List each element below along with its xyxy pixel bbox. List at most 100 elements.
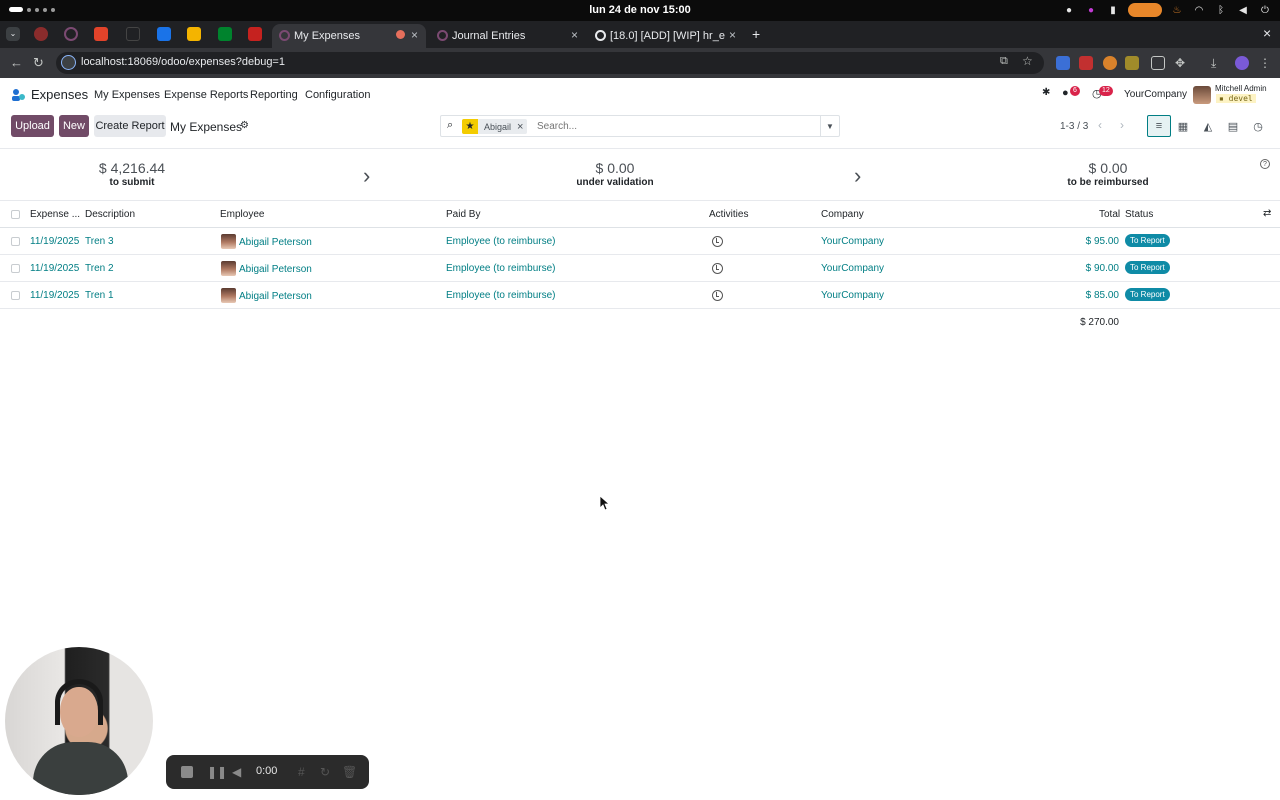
pinned-tab-icon[interactable] bbox=[64, 27, 78, 41]
meet-icon[interactable] bbox=[218, 27, 232, 41]
table-row[interactable]: 11/19/2025 Tren 2 Abigail Peterson Emplo… bbox=[0, 255, 1280, 282]
row-employee[interactable]: Abigail Peterson bbox=[239, 291, 312, 302]
menu-expense-reports[interactable]: Expense Reports bbox=[164, 89, 248, 101]
select-all-checkbox[interactable] bbox=[11, 210, 20, 219]
help-icon[interactable]: ? bbox=[1260, 159, 1270, 169]
volume-icon[interactable]: ◀ bbox=[1236, 3, 1250, 17]
app-name[interactable]: Expenses bbox=[31, 87, 88, 102]
pause-icon[interactable]: ❚❚ bbox=[207, 765, 227, 779]
activity-clock-icon[interactable] bbox=[712, 236, 723, 247]
list-view-icon[interactable]: ≡ bbox=[1147, 115, 1171, 137]
clipboard-icon[interactable]: ▮ bbox=[1106, 3, 1120, 17]
extensions-puzzle-icon[interactable]: ✥ bbox=[1175, 56, 1189, 70]
new-button[interactable]: New bbox=[59, 115, 89, 137]
row-checkbox[interactable] bbox=[11, 237, 20, 246]
graph-view-icon[interactable]: ◭ bbox=[1196, 115, 1220, 137]
search-bar[interactable]: ⌕ ★ Abigail × ▼ bbox=[440, 115, 840, 137]
extension-icon[interactable] bbox=[1056, 56, 1070, 70]
tab-my-expenses[interactable]: My Expenses × bbox=[272, 24, 426, 48]
close-tab-icon[interactable]: × bbox=[729, 28, 736, 42]
employee-avatar[interactable] bbox=[221, 261, 236, 276]
address-bar[interactable]: localhost:18069/odoo/expenses?debug=1 ⧉ … bbox=[56, 52, 1044, 74]
summary-to-submit[interactable]: $ 4,216.44 to submit bbox=[32, 160, 232, 188]
employee-avatar[interactable] bbox=[221, 234, 236, 249]
pager-previous-icon[interactable]: ‹ bbox=[1098, 118, 1102, 132]
browser-menu-icon[interactable]: ⋮ bbox=[1259, 56, 1273, 70]
activity-view-icon[interactable]: ◷ bbox=[1246, 115, 1270, 137]
row-company[interactable]: YourCompany bbox=[821, 290, 884, 301]
odoo-debug-extension-icon[interactable] bbox=[1125, 56, 1139, 70]
calendar-icon[interactable] bbox=[157, 27, 171, 41]
gitlab-icon[interactable] bbox=[94, 27, 108, 41]
row-company[interactable]: YourCompany bbox=[821, 236, 884, 247]
column-header-paid-by[interactable]: Paid By bbox=[446, 209, 480, 220]
settings-gear-icon[interactable]: ⚙ bbox=[240, 120, 249, 131]
summary-to-be-reimbursed[interactable]: $ 0.00 to be reimbursed bbox=[1008, 160, 1208, 188]
github-icon[interactable] bbox=[126, 27, 140, 41]
bluetooth-icon[interactable]: ᛒ bbox=[1214, 3, 1228, 17]
mute-icon[interactable]: ◀ bbox=[232, 765, 241, 779]
table-row[interactable]: 11/19/2025 Tren 1 Abigail Peterson Emplo… bbox=[0, 282, 1280, 309]
upload-button[interactable]: Upload bbox=[11, 115, 54, 137]
row-checkbox[interactable] bbox=[11, 264, 20, 273]
kanban-view-icon[interactable]: ▦ bbox=[1171, 115, 1195, 137]
employee-avatar[interactable] bbox=[221, 288, 236, 303]
row-company[interactable]: YourCompany bbox=[821, 263, 884, 274]
reload-icon[interactable]: ↻ bbox=[33, 55, 44, 71]
pager-next-icon[interactable]: › bbox=[1120, 118, 1124, 132]
expenses-app-icon[interactable] bbox=[10, 87, 26, 103]
column-header-company[interactable]: Company bbox=[821, 209, 864, 220]
pager-value[interactable]: 1-3 / 3 bbox=[1060, 121, 1088, 132]
debug-bug-icon[interactable]: ✱ bbox=[1042, 87, 1050, 98]
download-icon[interactable]: ⤓ bbox=[1211, 56, 1225, 70]
user-name[interactable]: Mitchell Admin bbox=[1215, 84, 1267, 93]
tab-search-icon[interactable]: ⌄ bbox=[6, 27, 20, 41]
menu-reporting[interactable]: Reporting bbox=[250, 89, 298, 101]
activity-clock-icon[interactable] bbox=[712, 263, 723, 274]
screen-record-indicator-icon[interactable] bbox=[1128, 3, 1162, 17]
extension-icon[interactable] bbox=[1103, 56, 1117, 70]
drive-icon[interactable] bbox=[187, 27, 201, 41]
site-info-icon[interactable] bbox=[61, 55, 76, 70]
extension-icon[interactable] bbox=[1151, 56, 1165, 70]
restart-icon[interactable]: ↻ bbox=[320, 765, 330, 779]
search-input[interactable] bbox=[537, 121, 817, 132]
column-header-activities[interactable]: Activities bbox=[709, 209, 748, 220]
pinned-tab-icon[interactable] bbox=[34, 27, 48, 41]
user-avatar[interactable] bbox=[1193, 86, 1211, 104]
bookmark-star-icon[interactable]: ☆ bbox=[1022, 54, 1033, 68]
close-tab-icon[interactable]: × bbox=[411, 28, 418, 42]
row-employee[interactable]: Abigail Peterson bbox=[239, 264, 312, 275]
column-header-status[interactable]: Status bbox=[1125, 209, 1153, 220]
activity-clock-icon[interactable] bbox=[712, 290, 723, 301]
table-row[interactable]: 11/19/2025 Tren 3 Abigail Peterson Emplo… bbox=[0, 228, 1280, 255]
wifi-icon[interactable]: ◠ bbox=[1192, 3, 1206, 17]
menu-configuration[interactable]: Configuration bbox=[305, 89, 370, 101]
filter-facet[interactable]: ★ Abigail × bbox=[462, 119, 528, 134]
column-header-employee[interactable]: Employee bbox=[220, 209, 264, 220]
search-icon[interactable]: ⌕ bbox=[447, 119, 453, 132]
remove-facet-icon[interactable]: × bbox=[517, 121, 527, 133]
optional-columns-toggle-icon[interactable]: ⇄ bbox=[1263, 208, 1271, 219]
install-app-icon[interactable]: ⧉ bbox=[1000, 55, 1008, 68]
row-checkbox[interactable] bbox=[11, 291, 20, 300]
new-tab-button[interactable]: + bbox=[752, 26, 760, 42]
mic-icon[interactable]: ● bbox=[1062, 3, 1076, 17]
grid-icon[interactable]: # bbox=[298, 765, 305, 779]
search-options-toggle-icon[interactable]: ▼ bbox=[820, 116, 839, 136]
close-tab-icon[interactable]: × bbox=[571, 28, 578, 42]
notification-icon[interactable]: ♨ bbox=[1170, 3, 1184, 17]
close-window-icon[interactable]: × bbox=[1263, 25, 1271, 41]
stop-icon[interactable] bbox=[181, 766, 193, 778]
extension-icon[interactable] bbox=[1079, 56, 1093, 70]
tab-journal-entries[interactable]: Journal Entries × bbox=[430, 24, 586, 48]
system-tray[interactable]: ● ● ▮ ♨ ◠ ᛒ ◀ ⏻ bbox=[1062, 3, 1272, 17]
pivot-view-icon[interactable]: ▤ bbox=[1221, 115, 1245, 137]
webcam-overlay[interactable] bbox=[5, 647, 153, 795]
menu-my-expenses[interactable]: My Expenses bbox=[94, 89, 160, 101]
column-header-date[interactable]: Expense ... bbox=[30, 209, 80, 220]
power-icon[interactable]: ⏻ bbox=[1258, 3, 1272, 17]
column-header-description[interactable]: Description bbox=[85, 209, 135, 220]
app-indicator-icon[interactable]: ● bbox=[1084, 3, 1098, 17]
messaging-icon[interactable]: ● bbox=[1062, 87, 1069, 99]
